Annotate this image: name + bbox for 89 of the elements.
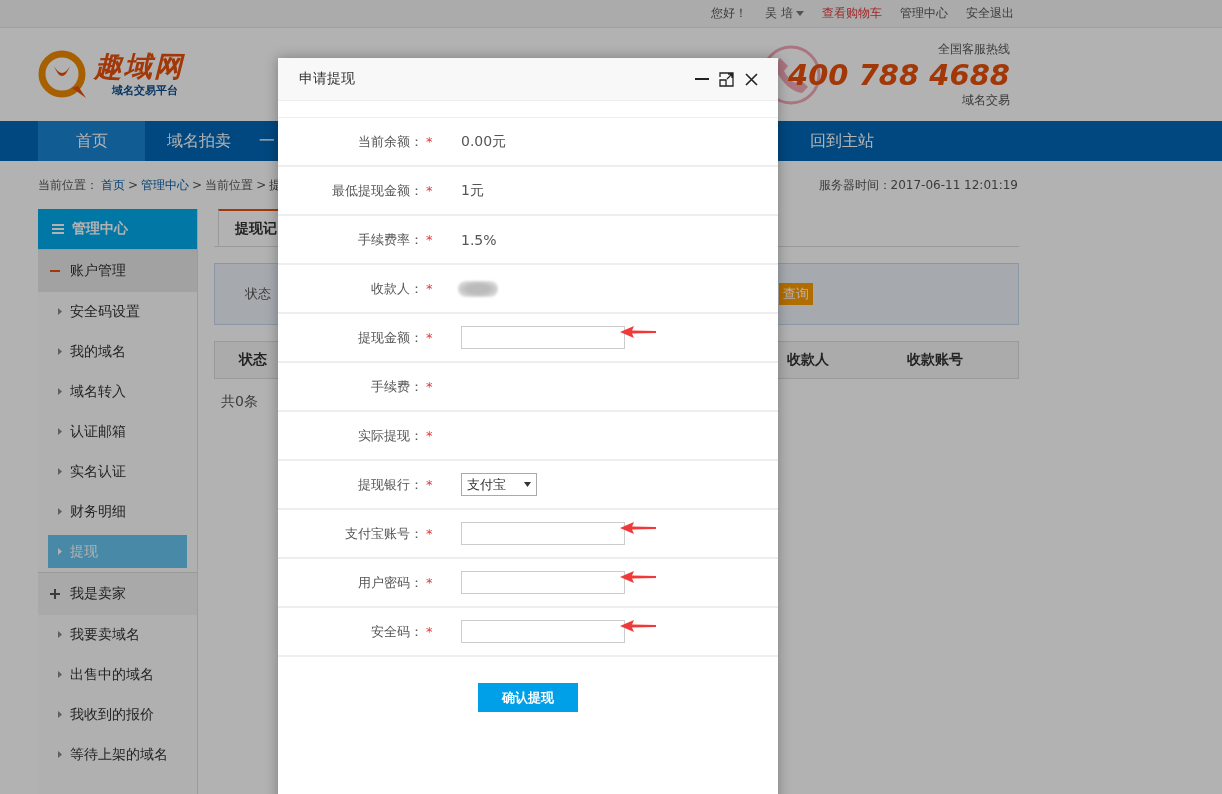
required-mark: *	[425, 379, 434, 394]
record-count: 共0条	[221, 393, 259, 411]
close-button[interactable]	[743, 70, 760, 88]
field-label: 收款人：	[370, 279, 423, 298]
breadcrumb-separator: >	[128, 178, 139, 192]
sidebar-item[interactable]: 等待上架的域名	[48, 738, 187, 771]
field-label: 提现金额：	[357, 328, 423, 347]
required-mark: *	[425, 330, 434, 345]
triangle-icon	[58, 508, 62, 515]
field-label: 提现银行：	[357, 475, 423, 494]
redacted-mark	[458, 280, 498, 297]
field-label: 手续费率：	[357, 230, 423, 249]
triangle-icon	[58, 388, 62, 395]
column-header: 收款人	[786, 351, 830, 369]
sidebar-item[interactable]: 认证邮箱	[48, 415, 187, 448]
dialog-title: 申请提现	[299, 70, 355, 88]
caret-icon	[796, 11, 804, 16]
greeting-text: 您好！	[711, 5, 748, 22]
plus-icon	[50, 589, 60, 599]
field-label: 用户密码：	[357, 573, 423, 592]
triangle-icon	[58, 308, 62, 315]
required-mark: *	[425, 183, 434, 198]
field-label: 实际提现：	[357, 426, 423, 445]
close-icon	[745, 72, 758, 86]
required-mark: *	[425, 526, 434, 541]
sidebar-title-text: 管理中心	[72, 220, 128, 238]
nav-item[interactable]: 回到主站	[788, 121, 895, 161]
input-field[interactable]	[461, 571, 625, 594]
sidebar-item[interactable]: 我要卖域名	[48, 618, 187, 651]
input-field[interactable]	[461, 522, 625, 545]
breadcrumb-separator: >	[256, 178, 267, 192]
required-mark: *	[425, 575, 434, 590]
field-label: 支付宝账号：	[344, 524, 423, 543]
triangle-icon	[58, 548, 62, 555]
caret-icon	[524, 482, 531, 487]
hotline-number: 400 788 4688	[788, 57, 1010, 92]
triangle-icon	[58, 348, 62, 355]
hotline-label: 全国客服热线	[938, 40, 1010, 58]
top-link[interactable]: 安全退出	[966, 5, 1014, 22]
column-header: 状态	[237, 351, 268, 369]
sidebar-item[interactable]: 实名认证	[48, 455, 187, 488]
breadcrumb-label: 当前位置：	[38, 176, 98, 194]
menu-icon	[52, 224, 64, 234]
nav-item[interactable]: 域名拍卖	[145, 121, 252, 161]
input-field[interactable]	[461, 620, 625, 643]
maximize-button[interactable]	[718, 70, 735, 88]
sidebar-group[interactable]: 账户管理	[38, 249, 197, 292]
triangle-icon	[58, 468, 62, 475]
logo-name: 趣域网	[94, 51, 184, 83]
required-mark: *	[425, 624, 434, 639]
sidebar-item[interactable]: 财务明细	[48, 495, 187, 528]
user-menu[interactable]: 吴 培	[765, 5, 804, 22]
filter-label: 状态	[245, 285, 271, 303]
input-field[interactable]	[461, 326, 625, 349]
required-mark: *	[425, 134, 434, 149]
field-label: 当前余额：	[357, 132, 423, 151]
breadcrumb-link[interactable]: 管理中心	[141, 176, 190, 194]
server-time: 服务器时间：2017-06-11 12:01:19	[818, 176, 1018, 194]
triangle-icon	[58, 428, 62, 435]
hotline-caption: 域名交易	[962, 91, 1010, 109]
logo-tagline: 域名交易平台	[112, 83, 179, 98]
sidebar-group[interactable]: 我是卖家	[38, 572, 197, 615]
top-link[interactable]: 管理中心	[900, 5, 948, 22]
field-label: 最低提现金额：	[331, 181, 423, 200]
triangle-icon	[58, 671, 62, 678]
required-mark: *	[425, 232, 434, 247]
breadcrumb-text: 当前位置	[205, 176, 254, 194]
triangle-icon	[58, 751, 62, 758]
field-label: 安全码：	[370, 622, 423, 641]
sidebar-item[interactable]: 我收到的报价	[48, 698, 187, 731]
breadcrumb-link[interactable]: 首页	[101, 176, 125, 194]
sidebar-item[interactable]: 安全码设置	[48, 295, 187, 328]
sidebar-item[interactable]: 域名转入	[48, 375, 187, 408]
required-mark: *	[425, 477, 434, 492]
triangle-icon	[58, 711, 62, 718]
required-mark: *	[425, 428, 434, 443]
field-label: 手续费：	[370, 377, 423, 396]
sidebar-item[interactable]: 我的域名	[48, 335, 187, 368]
field-value: 1元	[461, 181, 484, 200]
breadcrumb-separator: >	[192, 178, 203, 192]
sidebar-item[interactable]: 出售中的域名	[48, 658, 187, 691]
bank-select[interactable]: 支付宝	[461, 473, 537, 496]
column-header: 收款账号	[906, 351, 964, 369]
field-value: 0.00元	[461, 132, 507, 151]
maximize-icon	[719, 71, 734, 87]
triangle-icon	[58, 631, 62, 638]
field-value: 1.5%	[461, 231, 497, 248]
minimize-icon	[694, 78, 709, 80]
required-mark: *	[425, 281, 434, 296]
